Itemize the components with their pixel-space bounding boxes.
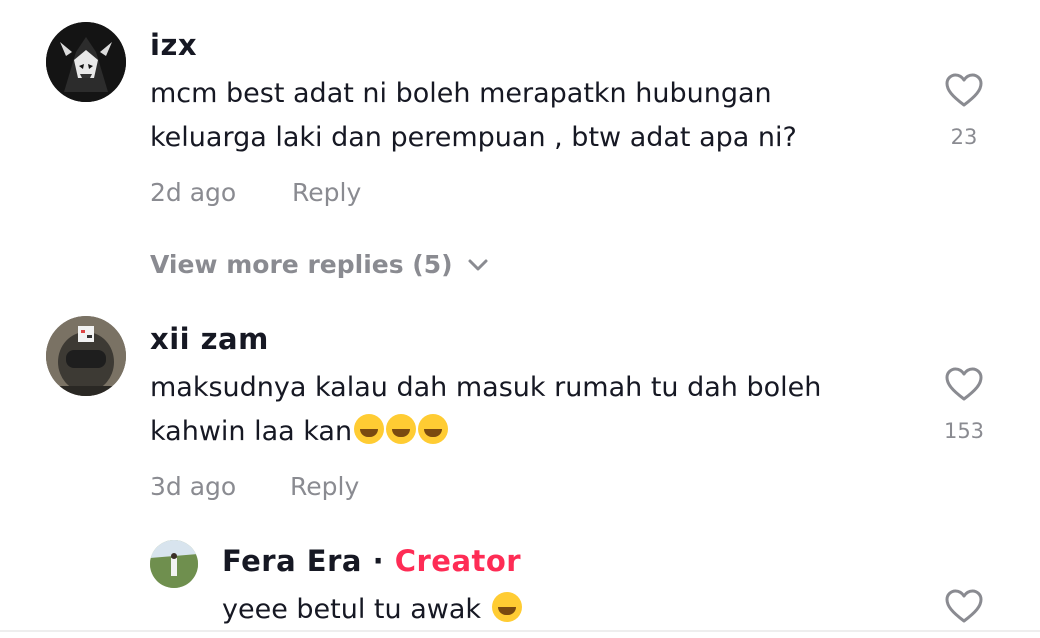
chevron-down-icon	[468, 259, 488, 270]
heart-icon	[945, 73, 983, 107]
creator-badge: Creator	[394, 544, 522, 578]
comment-username[interactable]: xii zam	[150, 322, 269, 356]
reply-button[interactable]: Reply	[290, 472, 359, 501]
reply-text: yeee betul tu awak	[222, 594, 482, 625]
comment-username[interactable]: izx	[150, 28, 197, 62]
comment-text: kahwin laa kan	[150, 416, 353, 447]
comment-text: mcm best adat ni boleh merapatkn hubunga…	[150, 78, 772, 109]
like-count: 153	[943, 419, 985, 443]
like-button[interactable]	[944, 72, 984, 108]
comment-timestamp: 2d ago	[150, 178, 237, 207]
divider	[0, 630, 1040, 632]
heart-icon	[945, 367, 983, 401]
reply-username[interactable]: Fera Era	[222, 544, 362, 578]
reply-header: Fera Era · Creator	[222, 544, 521, 578]
avatar[interactable]	[46, 22, 126, 102]
like-button[interactable]	[944, 366, 984, 402]
avatar[interactable]	[46, 316, 126, 396]
view-more-label: View more replies (5)	[150, 250, 453, 279]
comment-text-line: kahwin laa kan	[150, 410, 449, 454]
avatar[interactable]	[150, 540, 198, 588]
heart-icon	[945, 589, 983, 623]
beaming-face-emoji	[491, 592, 522, 622]
comment-text: keluarga laki dan perempuan , btw adat a…	[150, 122, 797, 153]
reply-button[interactable]: Reply	[292, 178, 361, 207]
comment-timestamp: 3d ago	[150, 472, 237, 501]
separator-dot: ·	[372, 544, 385, 578]
view-more-replies-button[interactable]: View more replies (5)	[150, 250, 489, 279]
grinning-sweat-emoji	[354, 414, 385, 444]
like-button[interactable]	[944, 588, 984, 624]
like-count: 23	[950, 125, 978, 149]
comment-text: maksudnya kalau dah masuk rumah tu dah b…	[150, 372, 822, 403]
reply-text-line: yeee betul tu awak	[222, 588, 522, 632]
grinning-sweat-emoji	[386, 414, 417, 444]
grinning-sweat-emoji	[418, 414, 449, 444]
